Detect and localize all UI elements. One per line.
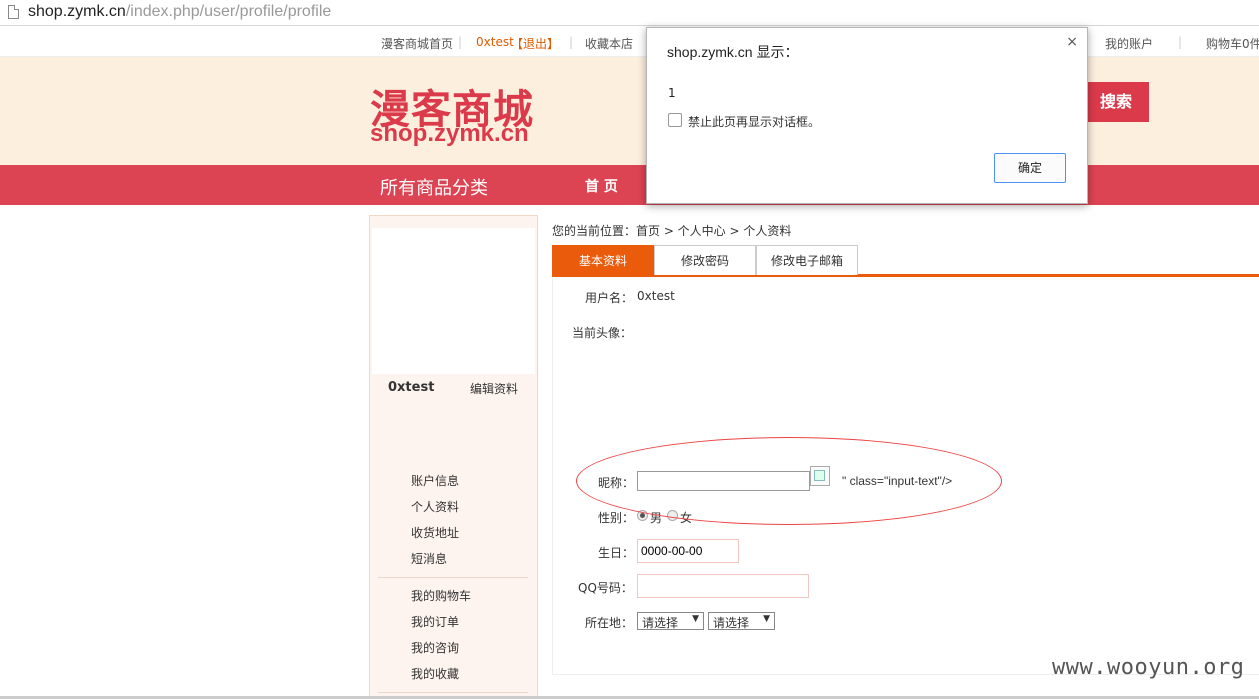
nav-home[interactable]: 首 页	[585, 176, 618, 196]
location-label: 所在地：	[585, 616, 634, 630]
city-select[interactable]: 请选择 ▼	[708, 612, 775, 630]
qq-input[interactable]	[637, 574, 809, 598]
top-link-logout[interactable]: 【退出】	[511, 35, 559, 52]
user-sidebar: 0xtest 编辑资料 账户信息 个人资料 收货地址 短消息 我的购物车 我的订…	[369, 215, 538, 699]
top-separator: |	[458, 35, 463, 49]
dialog-title: shop.zymk.cn 显示：	[667, 44, 799, 60]
top-link-user[interactable]: 0xtest	[476, 35, 514, 49]
suppress-dialog-label[interactable]: 禁止此页再显示对话框。	[688, 113, 820, 130]
profile-tabs: 基本资料 修改密码 修改电子邮箱	[552, 245, 1259, 277]
site-logo-domain[interactable]: shop.zymk.cn	[370, 120, 529, 148]
province-select-value: 请选择	[642, 616, 679, 630]
sidebar-item-address[interactable]: 收货地址	[411, 524, 459, 541]
url-host: shop.zymk.cn	[28, 3, 126, 20]
sidebar-item-messages[interactable]: 短消息	[411, 550, 447, 567]
browser-url-bar[interactable]: shop.zymk.cn/index.php/user/profile/prof…	[0, 0, 1259, 26]
sidebar-item-inquiries[interactable]: 我的咨询	[411, 639, 459, 656]
sidebar-item-orders[interactable]: 我的订单	[411, 613, 459, 630]
search-button[interactable]: 搜索	[1083, 82, 1149, 122]
sidebar-divider	[378, 577, 528, 578]
birthday-input[interactable]	[637, 539, 739, 563]
tab-change-email[interactable]: 修改电子邮箱	[756, 245, 858, 275]
sidebar-username: 0xtest	[388, 380, 435, 395]
alert-dialog: shop.zymk.cn 显示： × 1 禁止此页再显示对话框。 确定	[646, 27, 1088, 204]
avatar-label: 当前头像：	[572, 326, 633, 340]
ok-button[interactable]: 确定	[994, 153, 1066, 183]
annotation-ellipse	[576, 437, 1002, 525]
chevron-down-icon: ▼	[763, 614, 770, 624]
top-separator: |	[1178, 35, 1183, 49]
watermark: www.wooyun.org	[1052, 655, 1245, 680]
top-link-home[interactable]: 漫客商城首页	[381, 35, 453, 52]
username-value: 0xtest	[637, 289, 675, 303]
city-select-value: 请选择	[713, 616, 750, 630]
breadcrumb: 您的当前位置：首页 > 个人中心 > 个人资料	[552, 224, 792, 238]
sidebar-item-account-info[interactable]: 账户信息	[411, 472, 459, 489]
top-link-cart[interactable]: 购物车0件	[1206, 35, 1259, 52]
username-label: 用户名：	[585, 291, 634, 305]
url-text[interactable]: shop.zymk.cn/index.php/user/profile/prof…	[28, 3, 331, 21]
top-link-favorite[interactable]: 收藏本店	[585, 35, 633, 52]
qq-label: QQ号码：	[578, 581, 633, 595]
gender-label: 性别：	[598, 511, 635, 525]
sidebar-item-profile[interactable]: 个人资料	[411, 498, 459, 515]
dialog-message: 1	[668, 86, 676, 100]
sidebar-item-favorites[interactable]: 我的收藏	[411, 665, 459, 682]
top-separator: |	[569, 35, 574, 49]
edit-profile-link[interactable]: 编辑资料	[470, 380, 518, 397]
top-link-account[interactable]: 我的账户	[1105, 35, 1153, 52]
page-icon	[8, 5, 19, 19]
suppress-dialog-checkbox[interactable]	[668, 113, 682, 127]
sidebar-divider	[378, 692, 528, 693]
sidebar-item-cart[interactable]: 我的购物车	[411, 587, 471, 604]
province-select[interactable]: 请选择 ▼	[637, 612, 704, 630]
chevron-down-icon: ▼	[692, 614, 699, 624]
nav-all-categories[interactable]: 所有商品分类	[380, 174, 488, 200]
close-icon[interactable]: ×	[1066, 34, 1078, 50]
url-path: /index.php/user/profile/profile	[125, 3, 332, 20]
birthday-label: 生日：	[598, 546, 635, 560]
tab-basic-info[interactable]: 基本资料	[552, 245, 654, 275]
avatar	[372, 228, 535, 374]
tab-change-password[interactable]: 修改密码	[654, 245, 756, 275]
